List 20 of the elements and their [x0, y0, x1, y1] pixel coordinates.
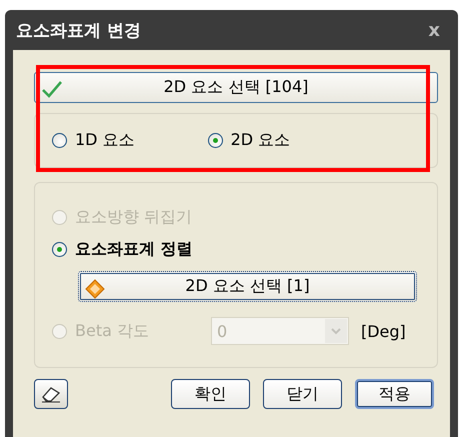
select-elements-button[interactable]: 2D 요소 선택 [1]	[78, 271, 417, 302]
diamond-icon	[85, 279, 105, 299]
radio-button[interactable]	[52, 242, 67, 256]
radio-label[interactable]: 요소좌표계 정렬	[75, 238, 193, 260]
radio-button[interactable]	[208, 133, 223, 148]
select-elements-button[interactable]: 2D 요소 선택 [104]	[34, 72, 438, 103]
dialog-button[interactable]: 확인	[171, 379, 250, 409]
radio-button[interactable]	[52, 133, 67, 148]
chevron-down-icon	[330, 328, 341, 334]
window-title: 요소좌표계 변경	[16, 20, 141, 42]
eraser-icon	[40, 385, 62, 403]
dialog-button[interactable]: 적용	[355, 379, 434, 409]
radio-label[interactable]: 1D 요소	[75, 130, 135, 151]
dropdown-value: 0	[216, 322, 228, 340]
dialog-button[interactable]: 닫기	[263, 379, 342, 409]
radio-label[interactable]: 2D 요소	[230, 130, 290, 151]
check-icon	[41, 80, 63, 98]
eraser-button[interactable]	[34, 379, 68, 409]
unit-label: [Deg]	[360, 322, 406, 340]
close-button[interactable]: x	[424, 20, 444, 40]
